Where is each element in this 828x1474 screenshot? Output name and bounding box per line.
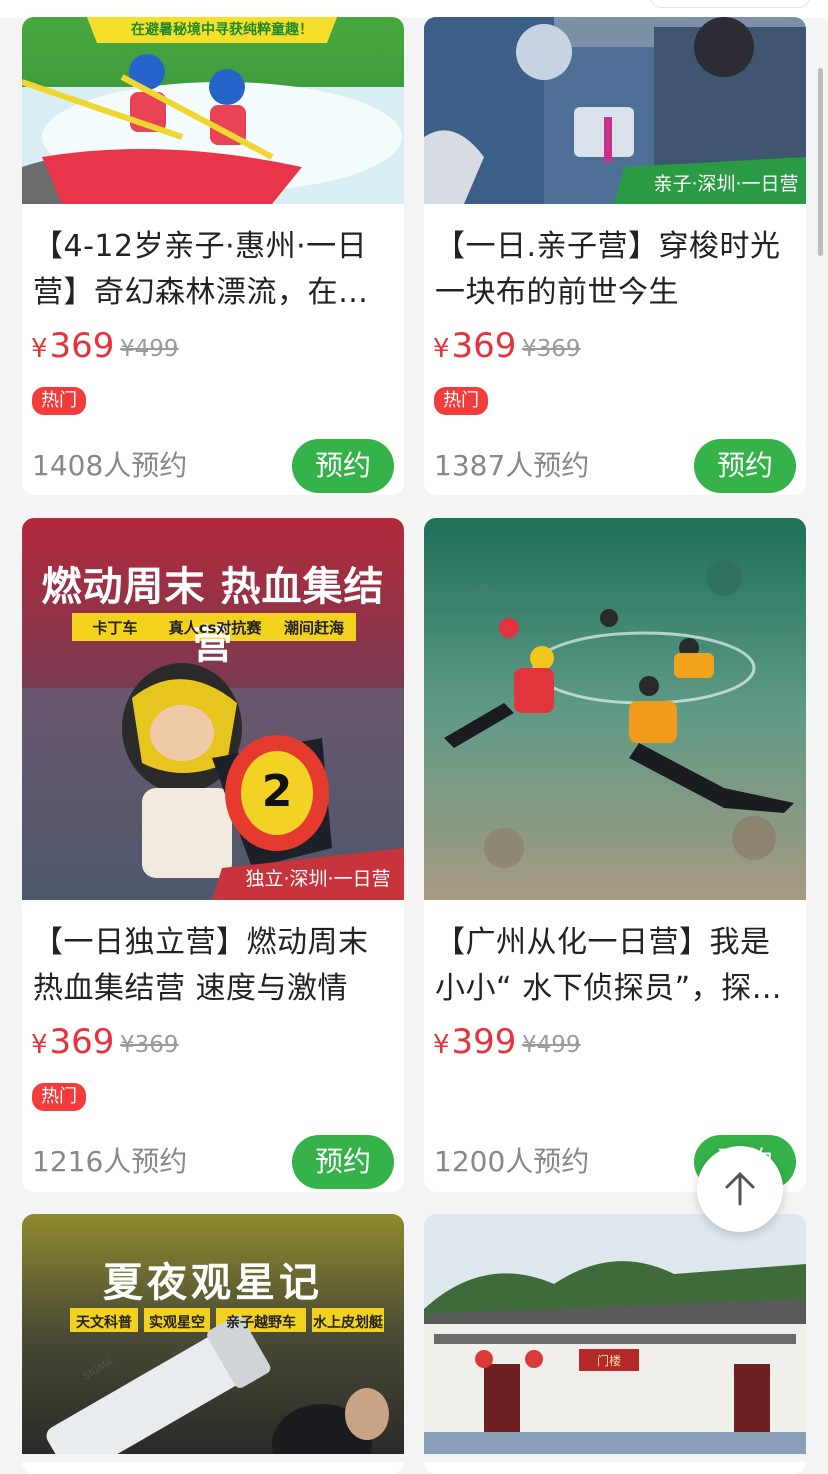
hot-badge: 热门: [32, 387, 86, 415]
image-chip: 亲子越野车: [226, 1315, 296, 1331]
product-title[interactable]: 【广州从化一日营】我是小小“ 水下侦探员”，探索溪流秘境: [435, 920, 797, 1012]
price: ¥369: [31, 1022, 115, 1062]
booking-count: 1200人预约: [434, 1145, 590, 1178]
image-chip: 实观星空: [149, 1315, 205, 1331]
top-search-pill[interactable]: [650, 0, 810, 8]
image-chip: 卡丁车: [92, 619, 138, 637]
original-price: ¥369: [522, 336, 581, 362]
book-button[interactable]: 预约: [292, 439, 394, 493]
original-price: ¥369: [120, 1032, 179, 1058]
product-title[interactable]: 【4-12岁亲子·惠州·一日营】奇幻森林漂流，在避暑秘境中寻获纯粹童趣！: [33, 224, 395, 316]
price: ¥399: [433, 1022, 517, 1062]
sign-text: 门楼: [596, 1354, 621, 1368]
scroll-to-top-button[interactable]: [697, 1146, 783, 1232]
product-image-stream-swim[interactable]: [424, 518, 806, 900]
booking-count: 1387人预约: [434, 449, 590, 482]
image-chip: 真人cs对抗赛: [168, 619, 262, 637]
bottom-strip: [0, 1454, 828, 1462]
product-card[interactable]: 燃动周末 热血集结营 卡丁车 真人cs对抗赛 潮间赶海 2 独立·深圳·一日营 …: [22, 518, 404, 1192]
product-image-stargazing[interactable]: 夏夜观星记 天文科普 实观星空 亲子越野车 水上皮划艇 SIGMA: [22, 1214, 404, 1454]
original-price: ¥499: [120, 336, 179, 362]
image-corner-text: 独立·深圳·一日营: [245, 868, 391, 890]
image-banner-text: 在避暑秘境中寻获纯粹童趣！: [131, 22, 313, 38]
product-card[interactable]: 在避暑秘境中寻获纯粹童趣！ 【4-12岁亲子·惠州·一日营】奇幻森林漂流，在避暑…: [22, 17, 404, 495]
booking-count: 1216人预约: [32, 1145, 188, 1178]
product-card[interactable]: 亲子·深圳·一日营 【一日.亲子营】穿梭时光一块布的前世今生 ¥369 ¥369…: [424, 17, 806, 495]
product-image-old-house[interactable]: 门楼: [424, 1214, 806, 1454]
image-headline: 燃动周末 热血集结营: [41, 564, 385, 668]
image-headline: 夏夜观星记: [103, 1260, 323, 1306]
product-image-karting[interactable]: 燃动周末 热血集结营 卡丁车 真人cs对抗赛 潮间赶海 2 独立·深圳·一日营: [22, 518, 404, 900]
image-chip: 潮间赶海: [283, 619, 344, 637]
booking-count: 1408人预约: [32, 449, 188, 482]
product-title[interactable]: 【一日独立营】燃动周末热血集结营 速度与激情: [33, 920, 395, 1012]
hot-badge: 热门: [434, 387, 488, 415]
image-chip: 天文科普: [76, 1315, 132, 1331]
product-image-rafting[interactable]: 在避暑秘境中寻获纯粹童趣！: [22, 17, 404, 204]
image-corner-text: 亲子·深圳·一日营: [653, 173, 799, 195]
kart-number: 2: [261, 766, 293, 817]
product-card[interactable]: 夏夜观星记 天文科普 实观星空 亲子越野车 水上皮划艇 SIGMA: [22, 1214, 404, 1474]
image-chip: 水上皮划艇: [313, 1315, 383, 1331]
product-card[interactable]: 门楼: [424, 1214, 806, 1474]
price: ¥369: [31, 326, 115, 366]
product-card[interactable]: 【广州从化一日营】我是小小“ 水下侦探员”，探索溪流秘境 ¥399 ¥499 1…: [424, 518, 806, 1192]
scrollbar[interactable]: [818, 68, 823, 256]
product-title[interactable]: 【一日.亲子营】穿梭时光一块布的前世今生: [435, 224, 797, 316]
price: ¥369: [433, 326, 517, 366]
book-button[interactable]: 预约: [292, 1135, 394, 1189]
arrow-up-icon: [725, 1172, 755, 1206]
hot-badge: 热门: [32, 1083, 86, 1111]
book-button[interactable]: 预约: [694, 439, 796, 493]
product-image-craft-class[interactable]: 亲子·深圳·一日营: [424, 17, 806, 204]
original-price: ¥499: [522, 1032, 581, 1058]
